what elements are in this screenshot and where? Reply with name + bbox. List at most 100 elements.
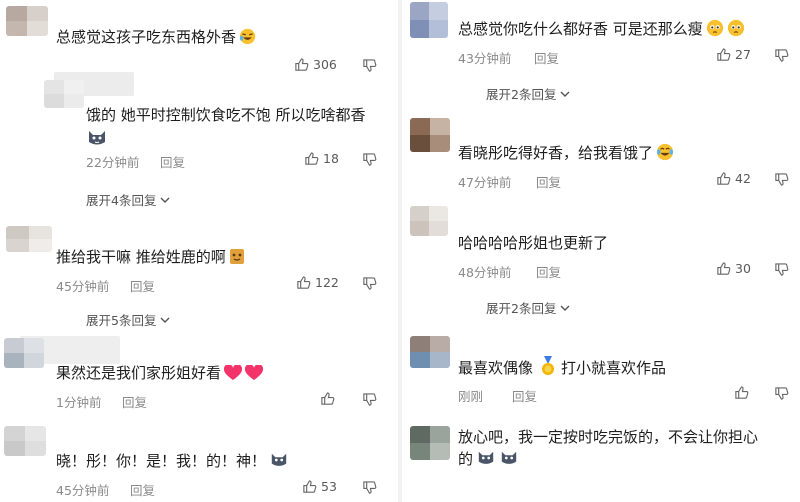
cat-face-emoji-icon [229, 247, 245, 271]
chevron-down-icon [560, 305, 570, 311]
like-button[interactable]: 42 [716, 171, 751, 186]
like-count: 122 [315, 275, 339, 290]
like-count: 53 [321, 479, 337, 494]
crying-laughing-emoji-icon [656, 143, 674, 167]
comment-text: 晓！彤！你！是！我！的！神！ [56, 450, 289, 475]
thumbs-down-icon[interactable] [774, 262, 789, 277]
comment-text-continued: 的 [458, 448, 519, 473]
expand-replies-button[interactable]: 展开2条回复 [486, 298, 571, 317]
like-button[interactable] [734, 385, 749, 400]
thumbs-down-icon[interactable] [774, 48, 789, 63]
like-button[interactable]: 53 [302, 479, 337, 494]
like-count: 18 [323, 151, 339, 166]
comment-item: 最喜欢偶像 打小就喜欢作品 刚刚 回复 [404, 330, 800, 410]
thumbs-down-icon[interactable] [774, 386, 789, 401]
comment-item: 推给我干嘛 推给姓鹿的啊 45分钟前 回复 122 展开5条回复 [0, 222, 396, 332]
reply-button[interactable]: 回复 [536, 172, 561, 191]
comment-item: 总感觉这孩子吃东西格外香 306 [0, 0, 396, 80]
comment-text: 推给我干嘛 推给姓鹿的啊 [56, 246, 245, 271]
like-count: 27 [735, 47, 751, 62]
medal-emoji-icon [541, 356, 555, 382]
comment-item: 放心吧，我一定按时吃完饭的，不会让你担心 的 [404, 420, 800, 502]
chevron-down-icon [560, 91, 570, 97]
avatar[interactable] [410, 336, 450, 368]
like-button[interactable] [320, 391, 335, 406]
avatar[interactable] [410, 426, 450, 460]
avatar[interactable] [4, 338, 44, 368]
comment-text: 最喜欢偶像 打小就喜欢作品 [458, 356, 666, 382]
avatar[interactable] [6, 6, 48, 36]
comment-item: 总感觉你吃什么都好香 可是还那么瘦 43分钟前 回复 27 展开2条回复 [404, 0, 800, 110]
like-button[interactable]: 27 [716, 47, 751, 62]
avatar[interactable] [6, 226, 52, 252]
cat-emoji-icon [269, 451, 289, 475]
expand-replies-button[interactable]: 展开4条回复 [86, 190, 171, 209]
comment-item: 果然还是我们家彤姐好看 1分钟前 回复 [0, 334, 396, 414]
thumbs-up-icon [717, 262, 731, 275]
comment-item: 看晓彤吃得好香，给我看饿了 47分钟前 回复 42 [404, 112, 800, 198]
comment-text: 总感觉你吃什么都好香 可是还那么瘦 [458, 18, 745, 43]
reply-button[interactable]: 回复 [512, 386, 537, 405]
thumbs-up-icon [305, 152, 319, 165]
thumbs-up-icon [735, 386, 749, 399]
laughing-tears-emoji-icon [239, 28, 256, 51]
comment-text: 看晓彤吃得好香，给我看饿了 [458, 142, 674, 167]
expand-replies-button[interactable]: 展开5条回复 [86, 310, 171, 329]
left-comment-panel: 总感觉这孩子吃东西格外香 306 饿的 她平时控制饮食吃不饱 所以吃啥都香 22… [0, 0, 396, 502]
thumbs-up-icon [303, 480, 317, 493]
comment-time: 22分钟前 [86, 155, 140, 170]
thumbs-down-icon[interactable] [774, 172, 789, 187]
thumbs-down-icon[interactable] [362, 480, 377, 495]
like-button[interactable]: 18 [304, 151, 339, 166]
like-button[interactable]: 122 [296, 275, 339, 290]
comment-text: 放心吧，我一定按时吃完饭的，不会让你担心 [458, 428, 759, 446]
comment-text: 哈哈哈哈彤姐也更新了 [458, 234, 609, 252]
comment-text: 总感觉这孩子吃东西格外香 [56, 26, 256, 51]
avatar[interactable] [410, 118, 450, 152]
comment-time: 45分钟前 [56, 279, 110, 294]
column-divider [398, 0, 402, 502]
pleading-face-emoji-icon [727, 19, 745, 43]
thumbs-down-icon[interactable] [362, 276, 377, 291]
cat-emoji-icon [499, 449, 519, 473]
comment-time: 48分钟前 [458, 265, 512, 280]
comment-time: 47分钟前 [458, 175, 512, 190]
comment-text: 饿的 她平时控制饮食吃不饱 所以吃啥都香 [86, 106, 366, 124]
comment-text: 果然还是我们家彤姐好看 [56, 362, 264, 387]
comment-time: 43分钟前 [458, 51, 512, 66]
reply-button[interactable]: 回复 [130, 276, 155, 295]
comment-item: 晓！彤！你！是！我！的！神！ 45分钟前 回复 53 [0, 422, 396, 502]
right-comment-panel: 总感觉你吃什么都好香 可是还那么瘦 43分钟前 回复 27 展开2条回复 看晓彤… [404, 0, 800, 502]
reply-button[interactable]: 回复 [160, 152, 185, 171]
thumbs-up-icon [297, 276, 311, 289]
comment-item: 哈哈哈哈彤姐也更新了 48分钟前 回复 30 展开2条回复 [404, 200, 800, 328]
heart-icon [223, 364, 243, 387]
thumbs-up-icon [321, 392, 335, 405]
avatar[interactable] [410, 2, 448, 38]
comment-time: 刚刚 [458, 389, 484, 404]
reply-button[interactable]: 回复 [130, 480, 155, 499]
comment-time: 45分钟前 [56, 483, 110, 498]
like-count: 30 [735, 261, 751, 276]
thumbs-up-icon [717, 172, 731, 185]
thumbs-down-icon[interactable] [362, 152, 377, 167]
avatar[interactable] [4, 426, 46, 456]
reply-button[interactable]: 回复 [122, 392, 147, 411]
chevron-down-icon [160, 317, 170, 323]
thumbs-up-icon [717, 48, 731, 61]
cat-emoji-icon [86, 126, 108, 152]
chevron-down-icon [160, 197, 170, 203]
like-count: 42 [735, 171, 751, 186]
cat-emoji-icon [476, 449, 496, 473]
reply-button[interactable]: 回复 [534, 48, 559, 67]
avatar[interactable] [44, 80, 84, 108]
avatar[interactable] [410, 206, 448, 236]
like-button[interactable]: 30 [716, 261, 751, 276]
pleading-face-emoji-icon [706, 19, 724, 43]
comment-item: 饿的 她平时控制饮食吃不饱 所以吃啥都香 22分钟前 回复 18 展开4条回复 [0, 70, 396, 220]
heart-icon [244, 364, 264, 387]
comment-time: 1分钟前 [56, 395, 102, 410]
thumbs-down-icon[interactable] [362, 392, 377, 407]
expand-replies-button[interactable]: 展开2条回复 [486, 84, 571, 103]
reply-button[interactable]: 回复 [536, 262, 561, 281]
